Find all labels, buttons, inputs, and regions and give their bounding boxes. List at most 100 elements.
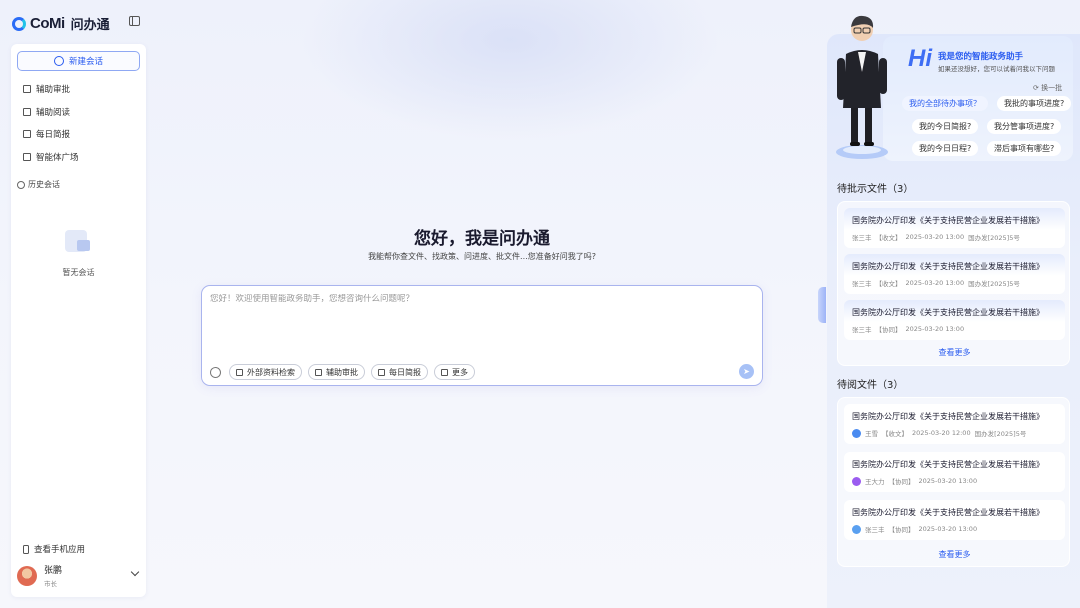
- item-doc-number: 国办发[2025]5号: [968, 234, 1020, 242]
- item-user: 张三丰: [852, 234, 872, 242]
- suggestion-chip[interactable]: 我的全部待办事项？: [902, 96, 988, 111]
- user-avatar-dot: [852, 524, 861, 534]
- external-search-chip[interactable]: 外部资料检索: [229, 364, 302, 380]
- new-chat-label: 新建会话: [68, 57, 103, 67]
- suggestion-chip[interactable]: 我批的事项进度?: [997, 96, 1072, 111]
- item-tag: 【收文】: [882, 430, 908, 438]
- item-tag: 【协同】: [875, 326, 902, 334]
- item-meta: 张三丰 【协同】 2025-03-20 13:00: [852, 324, 964, 334]
- view-more-link[interactable]: 查看更多: [838, 347, 1071, 358]
- chip-label: 每日简报: [389, 367, 421, 377]
- sidebar-collapse-icon[interactable]: [129, 16, 140, 26]
- approve-card: 国务院办公厅印发《关于支持民营企业发展若干措施》 张三丰 【收文】 2025-03-…: [837, 201, 1070, 366]
- mobile-app-label: 查看手机应用: [34, 545, 86, 555]
- approval-icon: [23, 85, 31, 94]
- item-meta: 张三丰 【收文】 2025-03-20 13:00 国办发[2025]5号: [852, 232, 1020, 242]
- more-icon: [441, 368, 448, 376]
- greeting-subtitle: 我能帮你查文件、找政策、问进度、批文件...您准备好问我了吗?: [368, 252, 596, 261]
- sidebar-item-daily-brief[interactable]: 每日简报: [23, 123, 79, 146]
- app-logo: CoMi 问办通: [12, 14, 110, 33]
- daily-brief-chip[interactable]: 每日简报: [371, 364, 428, 380]
- item-meta: 王雪 【收文】 2025-03-20 12:00 国办发[2025]5号: [852, 428, 1026, 438]
- item-meta: 张三丰 【收文】 2025-03-20 13:00 国办发[2025]5号: [852, 278, 1020, 288]
- chip-label: 辅助审批: [326, 367, 358, 377]
- app-name: 问办通: [70, 18, 110, 33]
- list-item[interactable]: 国务院办公厅印发《关于支持民营企业发展若干措施》 王大力 【协同】 2025-03-…: [844, 452, 1065, 492]
- suggestion-chip[interactable]: 滞后事项有哪些?: [987, 141, 1062, 156]
- list-item[interactable]: 国务院办公厅印发《关于支持民营企业发展若干措施》 张三丰 【收文】 2025-03-…: [844, 208, 1065, 248]
- user-name: 张鹏: [44, 566, 63, 576]
- assistant-title: 我是您的智能政务助手: [938, 52, 1024, 62]
- chat-input[interactable]: [210, 294, 750, 304]
- sidebar: 新建会话 辅助审批 辅助阅读 每日简报 智能体广场 历史会话 暂无会话 查看手机…: [11, 44, 146, 597]
- assistant-avatar-figure: [836, 15, 888, 159]
- logo-icon: [12, 16, 26, 31]
- approval-chip[interactable]: 辅助审批: [308, 364, 365, 380]
- item-title: 国务院办公厅印发《关于支持民营企业发展若干措施》: [852, 262, 1044, 271]
- phone-icon: [23, 544, 29, 554]
- sidebar-item-reading[interactable]: 辅助阅读: [23, 101, 79, 124]
- send-icon: ➤: [743, 367, 750, 376]
- item-tag: 【收文】: [875, 234, 902, 242]
- suggestion-chip[interactable]: 我的今日简报?: [912, 119, 979, 134]
- list-item[interactable]: 国务院办公厅印发《关于支持民营企业发展若干措施》 王雪 【收文】 2025-03-2…: [844, 404, 1065, 444]
- item-tag: 【协同】: [888, 526, 915, 534]
- item-meta: 张三丰 【协同】 2025-03-20 13:00: [852, 524, 977, 534]
- send-button[interactable]: ➤: [739, 364, 754, 379]
- new-chat-button[interactable]: 新建会话: [17, 51, 140, 71]
- clock-icon: [17, 180, 25, 189]
- suggestion-chip[interactable]: 我分管事项进度?: [987, 119, 1062, 134]
- item-title: 国务院办公厅印发《关于支持民营企业发展若干措施》: [852, 508, 1044, 517]
- suggestion-chip[interactable]: 我的今日日程?: [912, 141, 979, 156]
- hi-heading: Hi: [908, 45, 932, 72]
- refresh-suggestions-button[interactable]: ⟳ 换一批: [1033, 83, 1062, 93]
- item-user: 张三丰: [865, 526, 885, 534]
- list-item[interactable]: 国务院办公厅印发《关于支持民营企业发展若干措施》 张三丰 【协同】 2025-03-…: [844, 300, 1065, 340]
- more-chip[interactable]: 更多: [434, 364, 475, 380]
- chevron-down-icon[interactable]: [130, 567, 140, 577]
- brand-text: CoMi: [30, 15, 65, 32]
- item-time: 2025-03-20 13:00: [918, 525, 978, 533]
- item-user: 王大力: [865, 478, 885, 486]
- item-tag: 【协同】: [888, 478, 915, 486]
- mobile-app-link[interactable]: 查看手机应用: [23, 543, 85, 555]
- list-item[interactable]: 国务院办公厅印发《关于支持民营企业发展若干措施》 张三丰 【收文】 2025-03-…: [844, 254, 1065, 294]
- panel-toggle-handle[interactable]: [818, 287, 826, 323]
- search-docs-icon: [236, 368, 243, 376]
- user-profile[interactable]: 张鹏 市长: [17, 563, 62, 588]
- user-avatar-dot: [852, 428, 861, 438]
- sidebar-item-label: 辅助审批: [36, 85, 71, 96]
- sidebar-item-label: 辅助阅读: [36, 107, 71, 118]
- list-item[interactable]: 国务院办公厅印发《关于支持民营企业发展若干措施》 张三丰 【协同】 2025-03-…: [844, 500, 1065, 540]
- chip-label: 更多: [452, 367, 468, 377]
- item-doc-number: 国办发[2025]5号: [968, 280, 1020, 288]
- item-user: 王雪: [865, 430, 878, 438]
- approve-section-title: 待批示文件（3）: [837, 184, 914, 195]
- item-title: 国务院办公厅印发《关于支持民营企业发展若干措施》: [852, 460, 1044, 469]
- read-card: 国务院办公厅印发《关于支持民营企业发展若干措施》 王雪 【收文】 2025-03-2…: [837, 397, 1070, 567]
- read-section-title: 待阅文件（3）: [837, 380, 904, 391]
- item-doc-number: 国办发[2025]5号: [974, 430, 1027, 438]
- chip-label: 外部资料检索: [247, 367, 295, 377]
- chat-input-box: 外部资料检索 辅助审批 每日简报 更多 ➤: [201, 285, 763, 386]
- brief-icon: [23, 130, 31, 139]
- item-title: 国务院办公厅印发《关于支持民营企业发展若干措施》: [852, 308, 1044, 317]
- attach-icon[interactable]: [207, 364, 224, 380]
- empty-state-icon: [61, 224, 97, 258]
- item-time: 2025-03-20 13:00: [905, 325, 965, 333]
- user-role: 市长: [44, 580, 57, 588]
- reading-icon: [23, 107, 31, 116]
- sidebar-item-label: 每日简报: [36, 130, 71, 141]
- item-tag: 【收文】: [875, 280, 902, 288]
- sidebar-item-approval[interactable]: 辅助审批: [23, 78, 79, 101]
- item-meta: 王大力 【协同】 2025-03-20 13:00: [852, 476, 977, 486]
- chat-toolbar: 外部资料检索 辅助审批 每日简报 更多: [207, 364, 475, 380]
- view-more-link[interactable]: 查看更多: [838, 549, 1071, 560]
- item-time: 2025-03-20 13:00: [918, 477, 978, 485]
- sidebar-menu: 辅助审批 辅助阅读 每日简报 智能体广场: [23, 78, 79, 168]
- sidebar-item-label: 智能体广场: [36, 152, 79, 163]
- item-time: 2025-03-20 13:00: [905, 233, 965, 241]
- empty-state-text: 暂无会话: [62, 268, 95, 277]
- sidebar-item-agent-plaza[interactable]: 智能体广场: [23, 146, 79, 169]
- assistant-subtitle: 如果还没想好，您可以试着问我以下问题: [938, 65, 1055, 73]
